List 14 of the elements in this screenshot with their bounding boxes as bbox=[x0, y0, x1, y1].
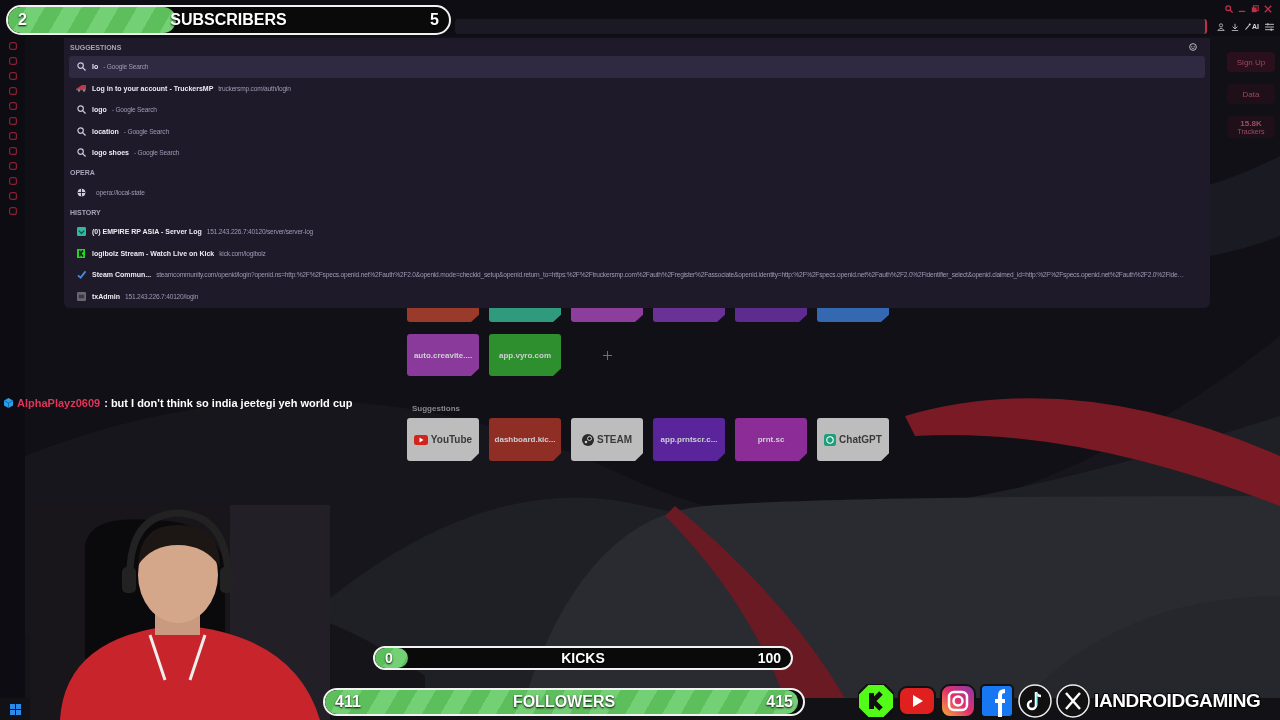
goal-current: 411 bbox=[335, 693, 361, 711]
cube-icon bbox=[4, 398, 13, 408]
wand-icon bbox=[1245, 23, 1251, 30]
goal-target: 5 bbox=[430, 11, 439, 29]
restore-icon[interactable] bbox=[1251, 4, 1259, 13]
goal-current: 2 bbox=[18, 11, 27, 29]
close-icon[interactable] bbox=[1264, 4, 1272, 13]
goal-target: 415 bbox=[766, 693, 793, 711]
search-icon[interactable] bbox=[1225, 4, 1233, 13]
download-icon[interactable] bbox=[1231, 22, 1239, 31]
goal-label: FOLLOWERS bbox=[512, 693, 616, 711]
person-icon[interactable] bbox=[1217, 22, 1225, 31]
sliders-icon[interactable] bbox=[1265, 22, 1274, 31]
windows-icon[interactable] bbox=[10, 703, 21, 715]
